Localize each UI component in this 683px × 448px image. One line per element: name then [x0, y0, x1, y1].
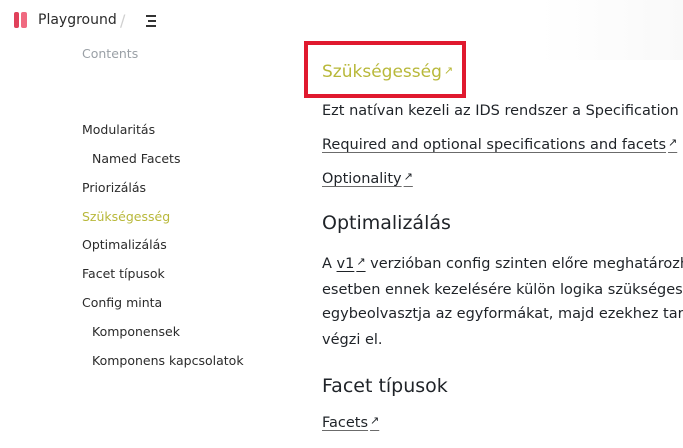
sidebar-item-szuksegesseg[interactable]: Szükségesség: [82, 209, 170, 224]
sidebar-item-modularitas[interactable]: Modularitás: [82, 122, 155, 137]
opt-suffix: verzióban config szinten előre meghatáro…: [365, 256, 683, 272]
sidebar-item-optimalizalas[interactable]: Optimalizálás: [82, 237, 167, 252]
link-facets[interactable]: Facets ↗: [322, 414, 379, 431]
external-link-icon: ↗: [443, 64, 454, 77]
heading-optimalizalas: Optimalizálás: [322, 212, 451, 234]
external-link-icon: ↗: [668, 136, 678, 149]
sidebar-item-config-minta[interactable]: Config minta: [82, 295, 162, 310]
section-heading-label: Szükségesség: [322, 62, 442, 82]
playground-logo-icon[interactable]: [14, 12, 27, 28]
sidebar-item-priorizalas[interactable]: Priorizálás: [82, 180, 146, 195]
link-v1-label: v1: [336, 256, 355, 272]
breadcrumb-separator: /: [120, 11, 126, 30]
external-link-icon: ↗: [356, 255, 366, 268]
link-facets-label: Facets: [322, 415, 369, 431]
external-link-icon: ↗: [370, 414, 380, 427]
sidebar-item-komponens-kapcsolatok[interactable]: Komponens kapcsolatok: [92, 353, 244, 368]
link-required-optional-label: Required and optional specifications and…: [322, 137, 667, 153]
top-right-fade: [540, 0, 683, 60]
section-heading-szuksegesseg[interactable]: Szükségesség ↗: [322, 62, 453, 82]
heading-facet-tipusok: Facet típusok: [322, 375, 448, 397]
link-required-optional[interactable]: Required and optional specifications and…: [322, 136, 677, 153]
menu-icon[interactable]: [143, 13, 161, 29]
link-optionality[interactable]: Optionality ↗: [322, 170, 413, 187]
opt-prefix: A: [322, 256, 337, 272]
paragraph-optimalizalas-line3: egybeolvasztja az egyformákat, majd ezek…: [322, 306, 683, 322]
external-link-icon: ↗: [403, 170, 413, 183]
sidebar-item-named-facets[interactable]: Named Facets: [92, 151, 180, 166]
paragraph-optimalizalas-line1: A v1 ↗ verzióban config szinten előre meg…: [322, 255, 683, 272]
paragraph-optimalizalas-line4: végzi el.: [322, 332, 383, 348]
sidebar-item-komponensek[interactable]: Komponensek: [92, 324, 180, 339]
link-v1[interactable]: v1 ↗: [336, 255, 366, 272]
paragraph-szuksegesseg: Ezt natívan kezeli az IDS rendszer a Spe…: [322, 103, 683, 119]
paragraph-optimalizalas-line2: esetben ennek kezelésére külön logika sz…: [322, 282, 683, 298]
brand-title[interactable]: Playground: [38, 12, 117, 28]
link-optionality-label: Optionality: [322, 171, 402, 187]
sidebar-contents-title: Contents: [82, 46, 139, 61]
sidebar-item-facet-tipusok[interactable]: Facet típusok: [82, 266, 165, 281]
